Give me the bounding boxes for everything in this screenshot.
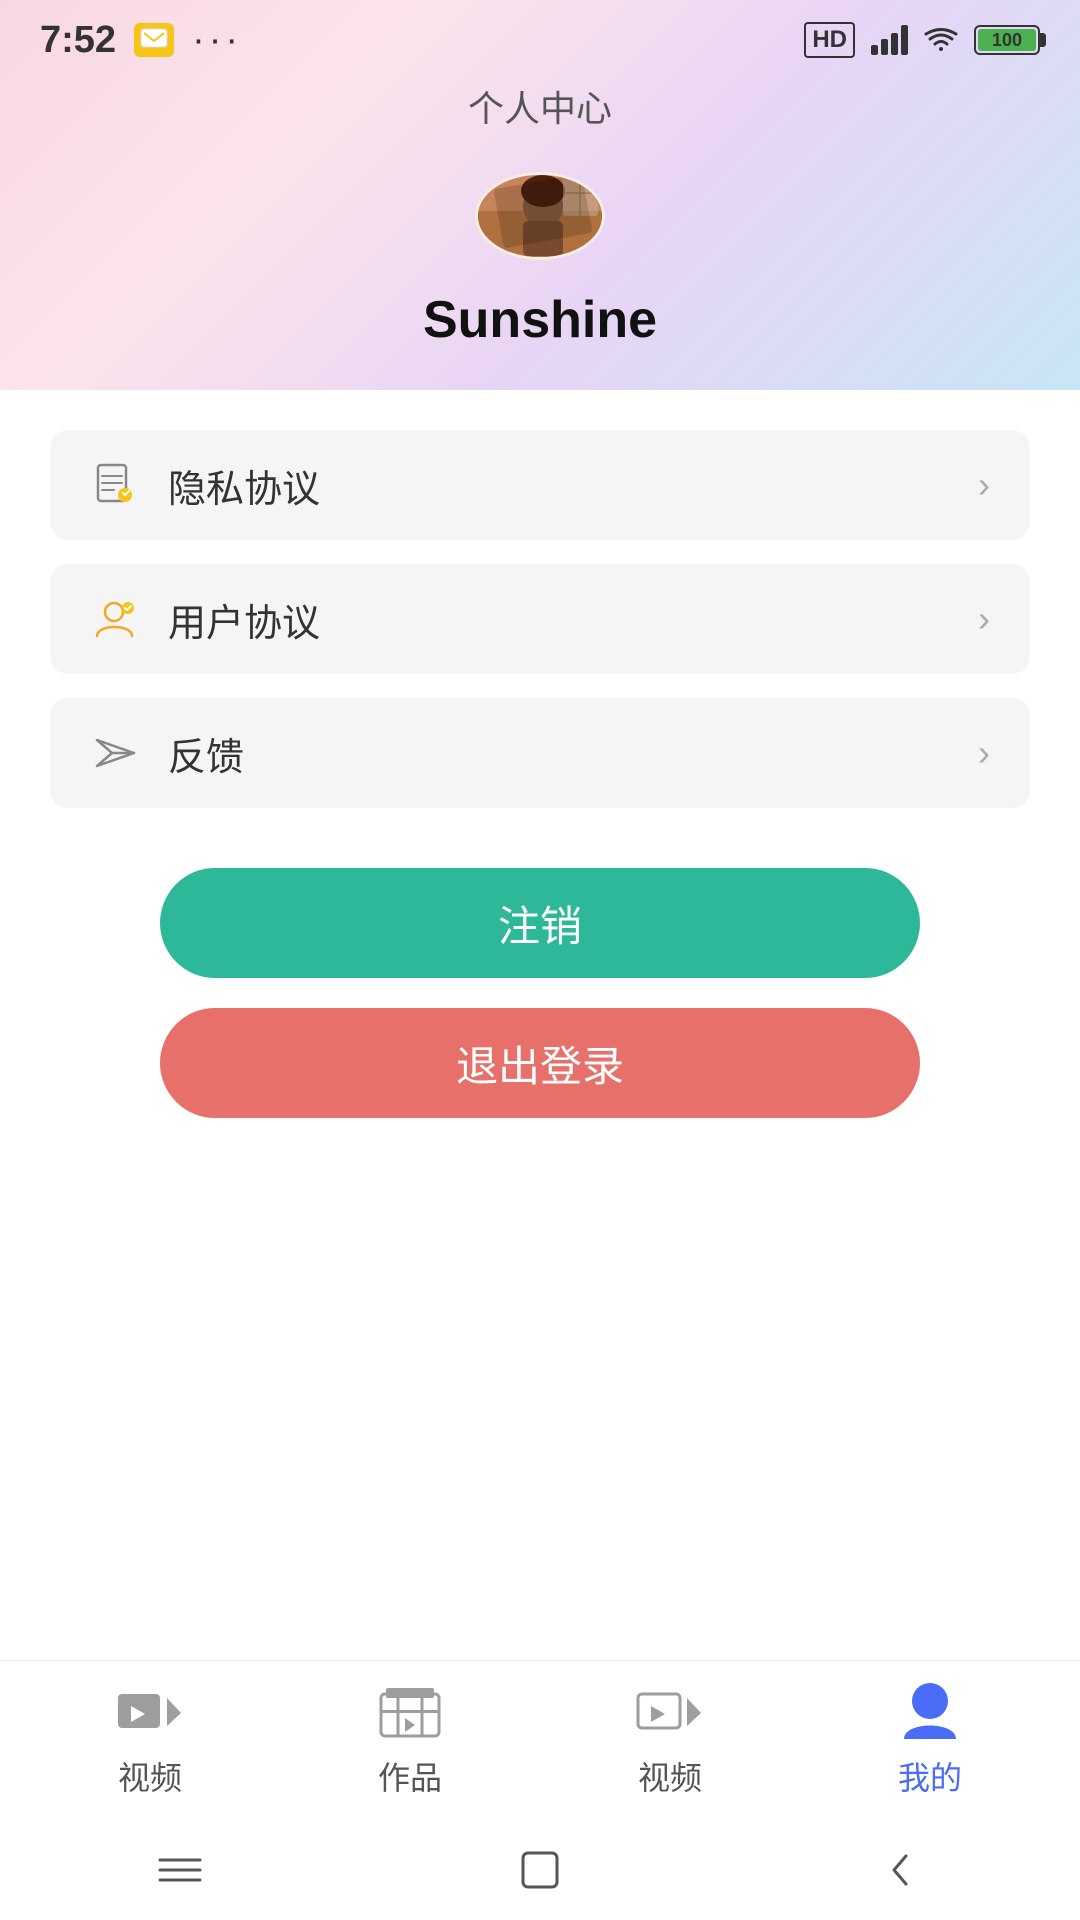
status-bar: 7:52 ··· HD 100 <box>0 0 1080 80</box>
video1-icon <box>115 1683 185 1743</box>
works-icon <box>375 1683 445 1743</box>
menu-item-feedback-left: 反馈 <box>90 726 244 781</box>
document-icon <box>90 460 140 510</box>
mine-icon <box>895 1683 965 1743</box>
message-icon <box>134 23 174 57</box>
tab-item-mine[interactable]: 我的 <box>800 1683 1060 1799</box>
tab-works-label: 作品 <box>378 1753 442 1799</box>
tab-item-video2[interactable]: 视频 <box>540 1683 800 1799</box>
logout-label: 退出登录 <box>456 1033 624 1094</box>
logout-button[interactable]: 退出登录 <box>160 1008 920 1118</box>
menu-item-privacy-left: 隐私协议 <box>90 458 320 513</box>
status-time: 7:52 <box>40 19 116 62</box>
tab-item-video1[interactable]: 视频 <box>20 1683 280 1799</box>
tab-mine-label: 我的 <box>898 1753 962 1799</box>
nav-bar <box>0 1820 1080 1920</box>
user-agreement-label: 用户协议 <box>168 592 320 647</box>
user-icon <box>90 594 140 644</box>
nav-back-button[interactable] <box>860 1840 940 1900</box>
status-right: HD 100 <box>804 22 1040 58</box>
avatar-image <box>478 172 602 260</box>
video2-icon <box>635 1683 705 1743</box>
feedback-label: 反馈 <box>168 726 244 781</box>
page-title: 个人中心 <box>468 80 612 132</box>
signal-icon <box>871 25 908 55</box>
battery-icon: 100 <box>974 25 1040 55</box>
cancel-account-button[interactable]: 注销 <box>160 868 920 978</box>
tab-item-works[interactable]: 作品 <box>280 1683 540 1799</box>
chevron-right-icon: › <box>978 464 990 506</box>
privacy-label: 隐私协议 <box>168 458 320 513</box>
main-content: 隐私协议 › 用户协议 › <box>0 390 1080 1158</box>
wifi-icon <box>924 27 958 53</box>
menu-item-feedback[interactable]: 反馈 › <box>50 698 1030 808</box>
cancel-account-label: 注销 <box>498 893 582 954</box>
tab-video2-label: 视频 <box>638 1753 702 1799</box>
chevron-right-icon: › <box>978 598 990 640</box>
send-icon <box>90 728 140 778</box>
tab-video1-label: 视频 <box>118 1753 182 1799</box>
menu-item-privacy[interactable]: 隐私协议 › <box>50 430 1030 540</box>
hd-badge: HD <box>804 22 855 58</box>
nav-menu-button[interactable] <box>140 1840 220 1900</box>
nav-home-button[interactable] <box>500 1840 580 1900</box>
username: Sunshine <box>423 290 657 350</box>
chevron-right-icon: › <box>978 732 990 774</box>
menu-item-user-agreement[interactable]: 用户协议 › <box>50 564 1030 674</box>
menu-item-user-agreement-left: 用户协议 <box>90 592 320 647</box>
tab-bar: 视频 作品 视频 <box>0 1660 1080 1820</box>
status-left: 7:52 ··· <box>40 19 242 62</box>
more-icon: ··· <box>192 19 242 62</box>
avatar[interactable] <box>475 172 605 260</box>
